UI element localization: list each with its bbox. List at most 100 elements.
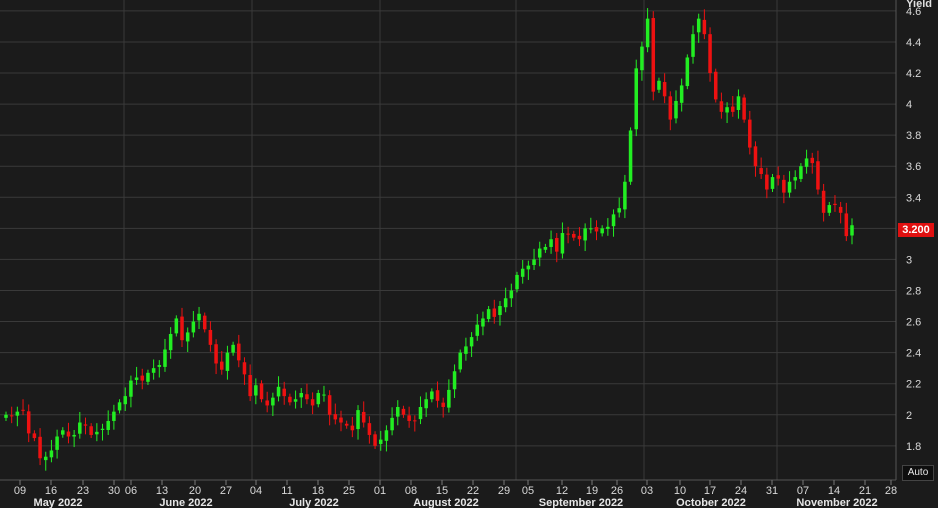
x-tick-label: 12 [556, 485, 568, 497]
candle-body [589, 228, 593, 230]
candle-body [543, 246, 548, 250]
candle-body [418, 406, 423, 420]
month-label: June 2022 [159, 497, 212, 508]
candle-body [293, 399, 298, 402]
candle-body [447, 389, 451, 408]
candle-body [106, 420, 110, 430]
candle-body [254, 385, 258, 396]
candle-body [333, 414, 338, 420]
candle-body [634, 68, 639, 130]
candle-body [617, 208, 621, 213]
candle-body [49, 450, 54, 458]
candle-body [492, 308, 497, 317]
candle-body [549, 239, 553, 247]
candle-body [481, 318, 485, 327]
candle-body [537, 248, 542, 258]
candle-body [679, 85, 684, 103]
candle-body [407, 415, 411, 421]
y-tick-label: 1.8 [906, 441, 921, 453]
candle-body [373, 434, 377, 446]
candle-body [765, 174, 769, 190]
candle-body [134, 377, 139, 380]
x-tick-label: 11 [281, 485, 292, 497]
x-tick-label: 07 [797, 485, 809, 497]
candle-body [572, 233, 576, 238]
candle-body [441, 402, 445, 407]
x-tick-label: 08 [405, 485, 417, 497]
x-tick-label: 17 [704, 485, 716, 497]
candle-body [140, 375, 145, 381]
candle-body [384, 430, 389, 441]
x-tick-label: 19 [586, 485, 598, 497]
candle-body [713, 71, 718, 100]
candle-body [452, 371, 457, 390]
candle-body [163, 349, 167, 367]
candle-body [787, 181, 792, 193]
candlestick-chart: 1.822.22.42.62.833.23.43.63.844.24.44.6 … [0, 0, 921, 508]
candle-body [202, 315, 207, 330]
candle-body [174, 318, 179, 334]
candle-body [61, 430, 65, 435]
candle-body [793, 177, 797, 181]
candle-body [123, 396, 127, 405]
candle-body [532, 259, 536, 266]
candle-body [322, 394, 326, 396]
x-tick-label: 03 [641, 485, 653, 497]
month-label: May 2022 [34, 497, 83, 508]
candle-body [719, 101, 724, 112]
candle-body [725, 107, 729, 113]
candle-body [526, 265, 531, 270]
candle-body [833, 203, 837, 206]
candle-body [469, 337, 474, 347]
x-tick-label: 30 [108, 485, 120, 497]
candle-body [804, 158, 809, 167]
y-tick-label: 4.2 [906, 68, 921, 80]
candle-body [72, 434, 76, 437]
candle-body [38, 436, 42, 459]
x-tick-label: 09 [14, 485, 26, 497]
candle-body [83, 424, 88, 426]
candle-body [520, 268, 525, 277]
candle-body [276, 386, 281, 397]
candle-body [180, 316, 184, 341]
candle-body [271, 397, 275, 406]
candle-body [731, 106, 735, 112]
candle-body [185, 332, 190, 342]
candle-body [560, 233, 565, 254]
y-tick-label: 2.6 [906, 317, 921, 329]
candle-body [282, 388, 286, 397]
x-tick-label: 21 [859, 485, 871, 497]
candle-body [151, 368, 156, 373]
candle-body [259, 383, 264, 400]
candle-body [503, 298, 508, 308]
y-tick-label: 3.6 [906, 161, 921, 173]
candle-body [9, 415, 14, 417]
candle-body [100, 428, 105, 430]
candle-body [816, 161, 820, 190]
candle-body [367, 423, 372, 435]
month-label: September 2022 [539, 497, 623, 508]
auto-scale-button[interactable]: Auto [902, 465, 934, 481]
x-tick-label: 28 [885, 485, 897, 497]
candle-body [112, 411, 116, 421]
candle-body [66, 431, 71, 437]
candle-body [430, 391, 434, 400]
x-tick-label: 16 [45, 485, 57, 497]
candle-body [810, 157, 815, 164]
candle-body [657, 80, 661, 90]
candle-body [736, 96, 741, 110]
candle-body [628, 130, 633, 182]
x-tick-label: 14 [828, 485, 840, 497]
y-tick-label: 4 [906, 99, 912, 111]
x-tick-label: 18 [312, 485, 324, 497]
candle-body [78, 422, 82, 434]
y-tick-label: 3.8 [906, 130, 921, 142]
candle-body [129, 380, 133, 397]
month-label: November 2022 [796, 497, 877, 508]
candle-body [288, 396, 292, 403]
x-tick-label: 24 [735, 485, 747, 497]
candle-body [248, 374, 252, 397]
candle-body [645, 18, 650, 48]
candle-body [708, 34, 712, 74]
x-tick-label: 13 [156, 485, 168, 497]
